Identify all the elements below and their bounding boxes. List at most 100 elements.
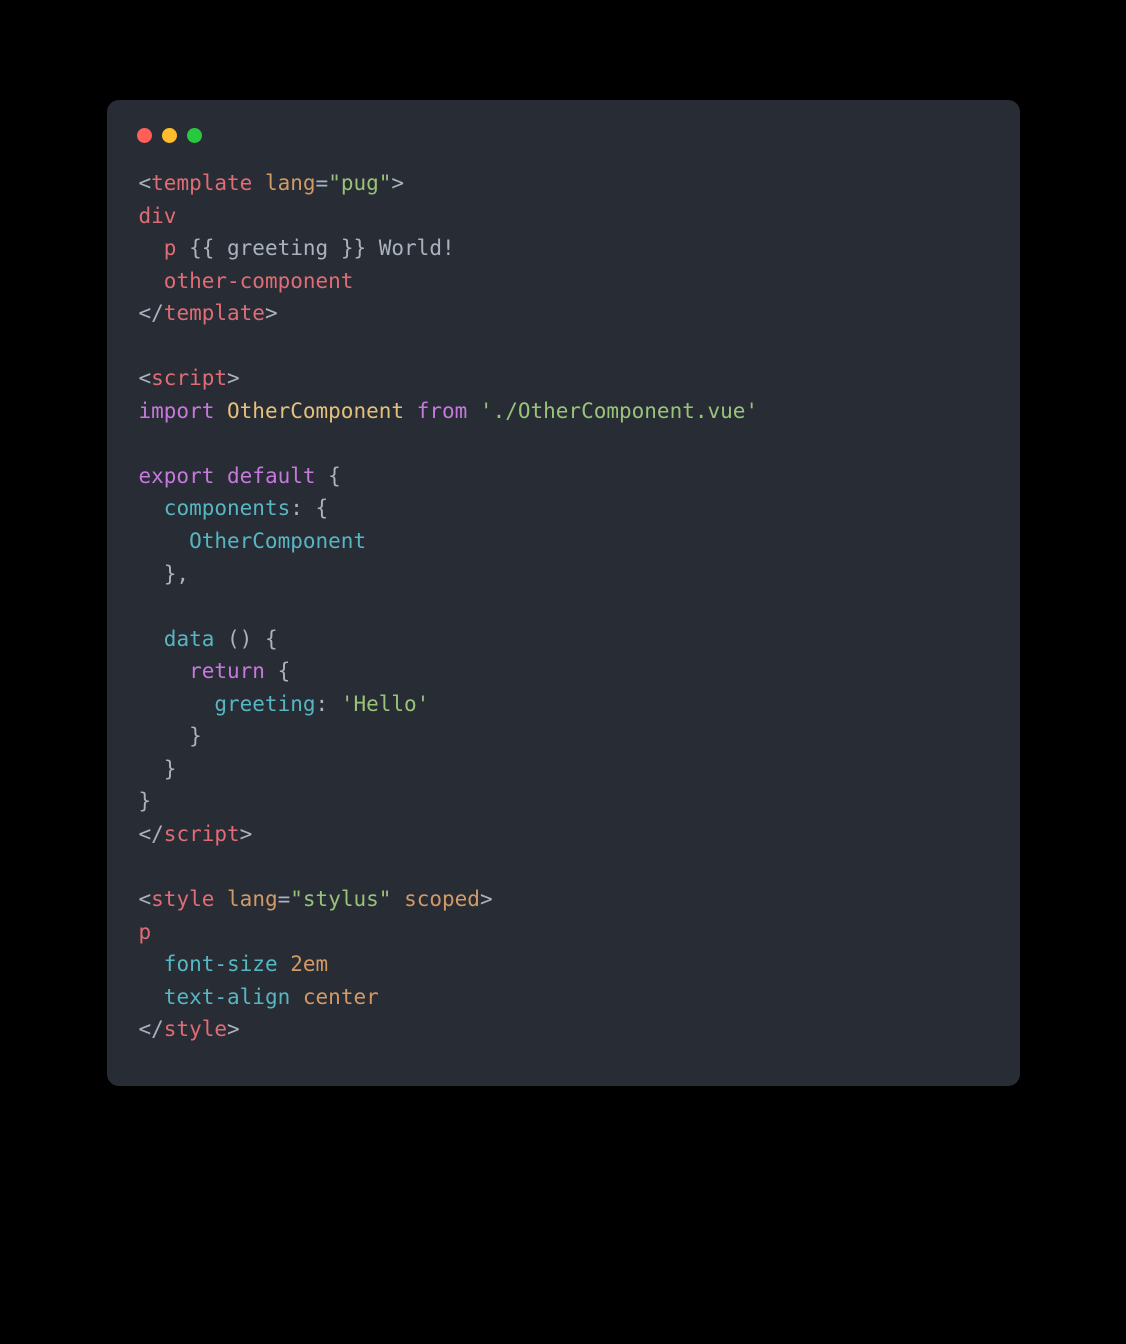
code-token: < xyxy=(139,366,152,390)
code-token: { xyxy=(316,464,341,488)
code-line: }, xyxy=(139,558,988,591)
code-token: template xyxy=(164,301,265,325)
code-line: <template lang="pug"> xyxy=(139,167,988,200)
minimize-icon[interactable] xyxy=(162,128,177,143)
code-token: </ xyxy=(139,1017,164,1041)
code-token: {{ greeting }} World! xyxy=(176,236,454,260)
code-line xyxy=(139,850,988,883)
close-icon[interactable] xyxy=(137,128,152,143)
code-token: } xyxy=(139,757,177,781)
code-token xyxy=(139,627,164,651)
code-token: export xyxy=(139,464,215,488)
code-token xyxy=(252,171,265,195)
code-token: style xyxy=(151,887,214,911)
code-line xyxy=(139,590,988,623)
code-line: </style> xyxy=(139,1013,988,1046)
code-token: < xyxy=(139,171,152,195)
code-token xyxy=(139,496,164,520)
code-token xyxy=(214,464,227,488)
code-token: > xyxy=(240,822,253,846)
code-line xyxy=(139,427,988,460)
code-token: './OtherComponent.vue' xyxy=(480,399,758,423)
code-line: other-component xyxy=(139,265,988,298)
zoom-icon[interactable] xyxy=(187,128,202,143)
code-line: div xyxy=(139,200,988,233)
code-token: 2em xyxy=(290,952,328,976)
code-token: p xyxy=(139,920,152,944)
code-token: () { xyxy=(214,627,277,651)
code-token: OtherComponent xyxy=(189,529,366,553)
code-token xyxy=(214,399,227,423)
code-token: > xyxy=(391,171,404,195)
code-block: <template lang="pug">div p {{ greeting }… xyxy=(107,167,1020,1046)
code-token: 'Hello' xyxy=(341,692,430,716)
code-token: greeting xyxy=(214,692,315,716)
code-token: < xyxy=(139,887,152,911)
code-token xyxy=(404,399,417,423)
code-token: script xyxy=(164,822,240,846)
window-titlebar xyxy=(107,128,1020,167)
code-token xyxy=(139,952,164,976)
code-line: greeting: 'Hello' xyxy=(139,688,988,721)
code-token: </ xyxy=(139,822,164,846)
code-line: <script> xyxy=(139,362,988,395)
code-line: font-size 2em xyxy=(139,948,988,981)
code-token xyxy=(214,887,227,911)
code-token: "pug" xyxy=(328,171,391,195)
code-token: components xyxy=(164,496,290,520)
code-token xyxy=(139,985,164,1009)
code-token: scoped xyxy=(404,887,480,911)
code-token xyxy=(139,692,215,716)
code-token: > xyxy=(480,887,493,911)
code-token: p xyxy=(164,236,177,260)
code-token: from xyxy=(417,399,468,423)
code-line: </template> xyxy=(139,297,988,330)
code-line: OtherComponent xyxy=(139,525,988,558)
code-window: <template lang="pug">div p {{ greeting }… xyxy=(107,100,1020,1086)
code-token: </ xyxy=(139,301,164,325)
code-line: export default { xyxy=(139,460,988,493)
code-token: data xyxy=(164,627,215,651)
code-token xyxy=(290,985,303,1009)
code-token: other-component xyxy=(164,269,354,293)
code-token: > xyxy=(227,1017,240,1041)
code-token: : { xyxy=(290,496,328,520)
code-token: > xyxy=(265,301,278,325)
code-token: text-align xyxy=(164,985,290,1009)
code-token xyxy=(139,529,190,553)
code-token: = xyxy=(278,887,291,911)
code-line: p xyxy=(139,916,988,949)
code-token xyxy=(278,952,291,976)
code-line: </script> xyxy=(139,818,988,851)
code-line: } xyxy=(139,785,988,818)
code-line: p {{ greeting }} World! xyxy=(139,232,988,265)
code-line: data () { xyxy=(139,623,988,656)
code-token: } xyxy=(139,724,202,748)
code-token: import xyxy=(139,399,215,423)
code-token: script xyxy=(151,366,227,390)
code-line: text-align center xyxy=(139,981,988,1014)
code-token xyxy=(139,659,190,683)
code-token xyxy=(139,236,164,260)
code-line: } xyxy=(139,720,988,753)
code-token: template xyxy=(151,171,252,195)
code-token: "stylus" xyxy=(290,887,391,911)
code-token: lang xyxy=(227,887,278,911)
code-token xyxy=(139,269,164,293)
code-token: = xyxy=(316,171,329,195)
code-token xyxy=(467,399,480,423)
code-line: components: { xyxy=(139,492,988,525)
code-line: return { xyxy=(139,655,988,688)
code-token xyxy=(391,887,404,911)
code-line: import OtherComponent from './OtherCompo… xyxy=(139,395,988,428)
code-token: font-size xyxy=(164,952,278,976)
code-token: } xyxy=(139,789,152,813)
code-token: > xyxy=(227,366,240,390)
code-token: center xyxy=(303,985,379,1009)
code-token: }, xyxy=(139,562,190,586)
code-token: div xyxy=(139,204,177,228)
code-line: } xyxy=(139,753,988,786)
code-token: return xyxy=(189,659,265,683)
code-token: style xyxy=(164,1017,227,1041)
code-line xyxy=(139,330,988,363)
